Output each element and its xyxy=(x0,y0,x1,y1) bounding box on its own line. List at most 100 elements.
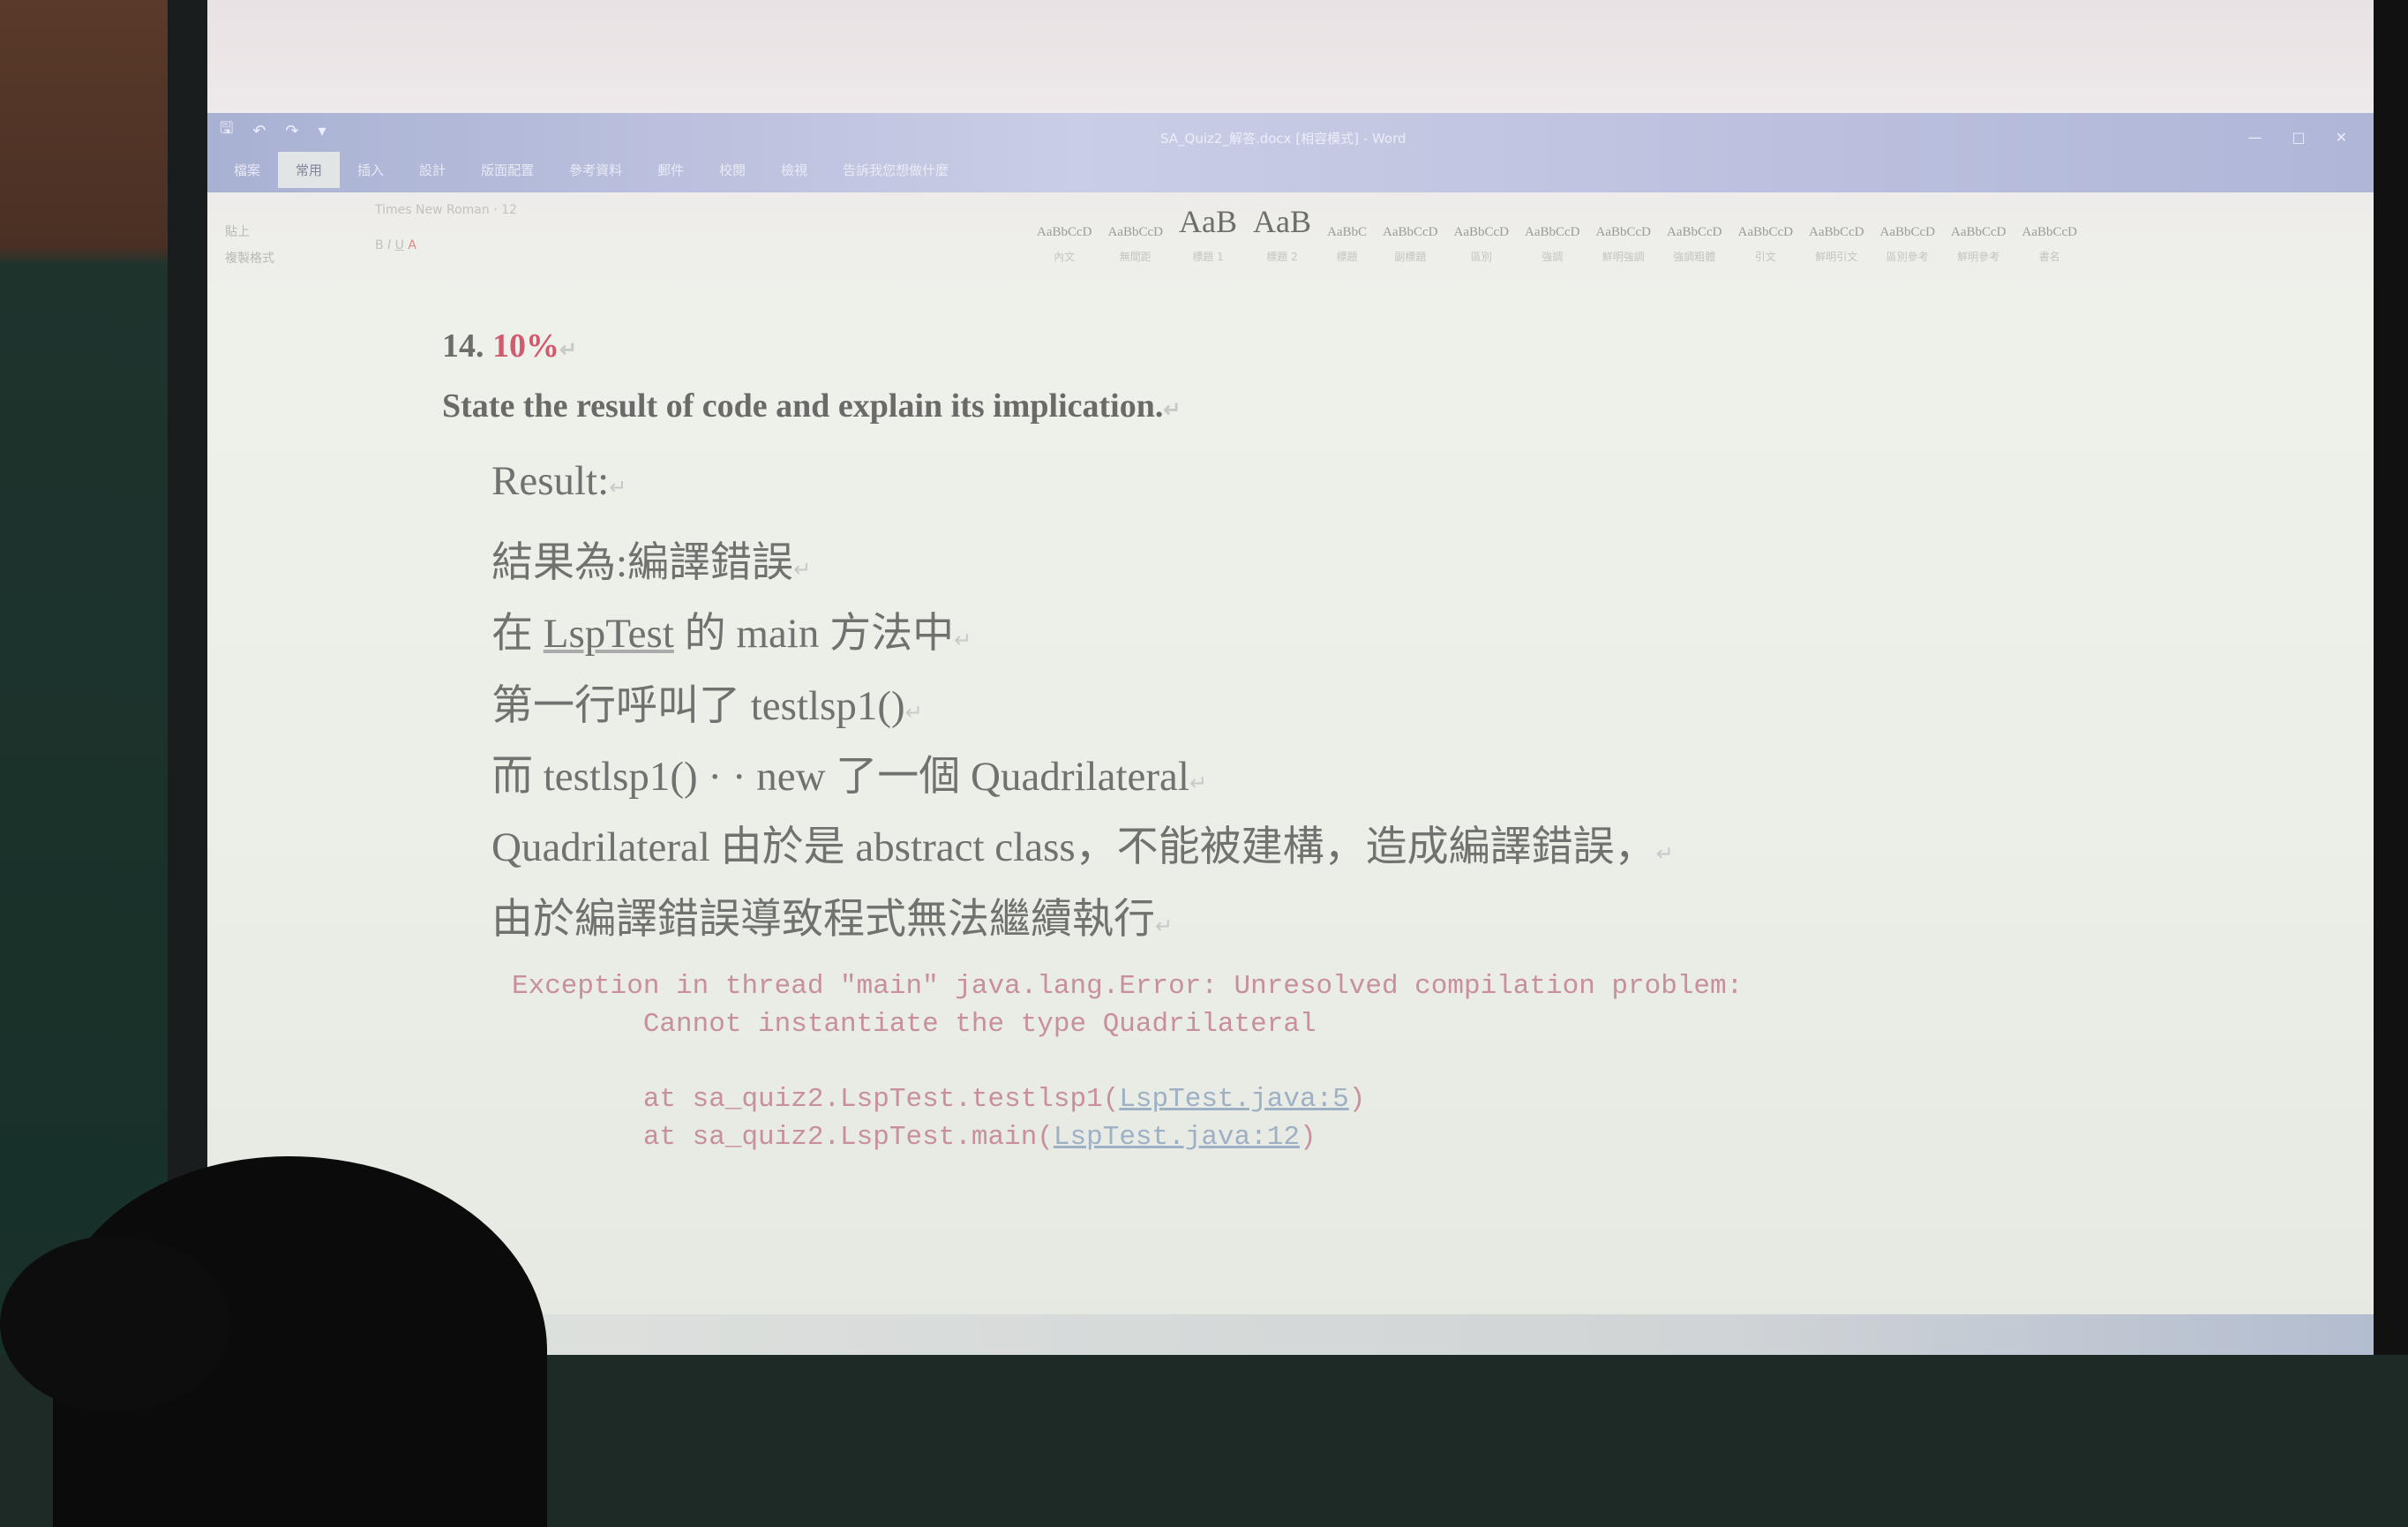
style-item[interactable]: AaBbC 標題 xyxy=(1327,225,1367,264)
result-label: Result:↵ xyxy=(491,458,627,504)
style-sample: AaBbC xyxy=(1327,225,1367,239)
style-name: 強調 xyxy=(1542,251,1564,263)
tab-home[interactable]: 常用 xyxy=(278,152,341,188)
style-sample: AaBbCcD xyxy=(1595,225,1652,239)
answer-line: 由於編譯錯誤導致程式無法繼續執行↵ xyxy=(491,897,1174,943)
stack-trace-line: at sa_quiz2.LspTest.main(LspTest.java:12… xyxy=(512,1122,1317,1153)
answer-line: 在 LspTest 的 main 方法中↵ xyxy=(491,611,972,657)
clipboard-group: 貼上 複製格式 xyxy=(225,219,274,272)
italic-button[interactable]: I xyxy=(387,238,391,252)
minimize-button[interactable]: — xyxy=(2247,129,2262,146)
room-wall xyxy=(0,0,172,1355)
tab-layout[interactable]: 版面配置 xyxy=(463,152,551,188)
style-sample: AaB xyxy=(1179,204,1237,239)
console-error-line: Exception in thread "main" java.lang.Err… xyxy=(512,971,1744,1002)
style-name: 標題 2 xyxy=(1266,251,1298,263)
style-name: 無間距 xyxy=(1119,251,1151,263)
source-link[interactable]: LspTest.java:5 xyxy=(1119,1084,1348,1115)
ribbon-tabs: 檔案 常用 插入 設計 版面配置 參考資料 郵件 校閱 檢視 告訴我您想做什麼 xyxy=(216,152,966,188)
question-weight: 10% xyxy=(492,327,559,365)
font-color-icon[interactable]: A xyxy=(408,238,416,252)
style-sample: AaBbCcD xyxy=(1667,225,1722,239)
style-item[interactable]: AaBbCcD 鮮明強調 xyxy=(1596,225,1652,264)
style-name: 標題 xyxy=(1336,251,1358,263)
style-name: 鮮明引文 xyxy=(1815,251,1858,263)
paste-button[interactable]: 貼上 xyxy=(225,219,274,245)
close-button[interactable]: ✕ xyxy=(2336,129,2347,146)
style-name: 區別參考 xyxy=(1886,251,1929,263)
stack-trace-line: at sa_quiz2.LspTest.testlsp1(LspTest.jav… xyxy=(512,1084,1366,1115)
font-name-select[interactable]: Times New Roman xyxy=(375,203,490,217)
underline-button[interactable]: U xyxy=(395,238,404,252)
answer-line: 結果為:編譯錯誤↵ xyxy=(491,540,812,586)
style-item[interactable]: AaBbCcD 區別參考 xyxy=(1880,225,1936,264)
undo-icon[interactable]: ↶ xyxy=(252,122,266,140)
style-sample: AaB xyxy=(1253,204,1311,239)
style-sample: AaBbCcD xyxy=(1951,225,2007,239)
tab-view[interactable]: 檢視 xyxy=(763,152,825,188)
tab-design[interactable]: 設計 xyxy=(401,152,463,188)
style-name: 標題 1 xyxy=(1192,251,1224,263)
customize-icon[interactable]: ▾ xyxy=(319,122,326,140)
format-painter-button[interactable]: 複製格式 xyxy=(225,245,274,272)
styles-gallery: AaBbCcD 內文 AaBbCcD 無間距 AaB 標題 1 AaB 標題 2 AaBbC 標題… xyxy=(1037,203,2077,264)
audience-head-silhouette xyxy=(0,1236,229,1412)
style-sample: AaBbCcD xyxy=(1809,225,1864,239)
style-name: 區別 xyxy=(1470,251,1492,263)
bold-button[interactable]: B xyxy=(375,238,384,252)
screen-bezel-left xyxy=(168,0,210,1355)
style-sample: AaBbCcD xyxy=(1879,225,1936,239)
tab-file[interactable]: 檔案 xyxy=(216,152,278,188)
style-item[interactable]: AaBbCcD 區別 xyxy=(1454,225,1510,264)
style-sample: AaBbCcD xyxy=(2022,225,2078,239)
style-item[interactable]: AaB 標題 2 xyxy=(1253,203,1311,264)
font-group: Times New Roman · 12 B I U A xyxy=(375,203,517,252)
style-item[interactable]: AaBbCcD 書名 xyxy=(2022,225,2078,264)
style-item[interactable]: AaBbCcD 副標題 xyxy=(1383,225,1438,264)
style-sample: AaBbCcD xyxy=(1525,225,1580,239)
style-name: 鮮明參考 xyxy=(1957,251,2000,263)
style-item[interactable]: AaBbCcD 鮮明參考 xyxy=(1951,225,2007,264)
style-sample: AaBbCcD xyxy=(1453,225,1510,239)
style-sample: AaBbCcD xyxy=(1383,225,1438,239)
window-controls: — □ ✕ xyxy=(2247,129,2347,146)
style-sample: AaBbCcD xyxy=(1737,225,1794,239)
redo-icon[interactable]: ↷ xyxy=(285,122,298,140)
style-name: 鮮明強調 xyxy=(1602,251,1645,263)
font-size-select[interactable]: 12 xyxy=(501,203,517,217)
style-name: 強調粗體 xyxy=(1673,251,1716,263)
tab-references[interactable]: 參考資料 xyxy=(551,152,640,188)
tab-mailings[interactable]: 郵件 xyxy=(640,152,701,188)
style-item[interactable]: AaBbCcD 無間距 xyxy=(1108,225,1164,264)
style-item[interactable]: AaB 標題 1 xyxy=(1179,203,1237,264)
style-name: 書名 xyxy=(2038,251,2060,263)
answer-line: Quadrilateral 由於是 abstract class，不能被建構，造… xyxy=(491,824,1674,870)
style-item[interactable]: AaBbCcD 引文 xyxy=(1738,225,1794,264)
question-number: 14. xyxy=(442,327,484,365)
document-page: 14. 10%↵ State the result of code and ex… xyxy=(207,300,2374,1355)
style-name: 引文 xyxy=(1754,251,1776,263)
source-link[interactable]: LspTest.java:12 xyxy=(1054,1122,1300,1153)
answer-line: 而 testlsp1() · · new 了一個 Quadrilateral↵ xyxy=(491,754,1208,800)
style-name: 副標題 xyxy=(1394,251,1427,263)
ribbon-home: 貼上 複製格式 Times New Roman · 12 B I U A AaB… xyxy=(207,192,2374,298)
question-instruction: State the result of code and explain its… xyxy=(442,387,1181,425)
style-item[interactable]: AaBbCcD 內文 xyxy=(1037,225,1092,264)
tab-review[interactable]: 校閱 xyxy=(701,152,763,188)
style-sample: AaBbCcD xyxy=(1037,225,1092,239)
style-sample: AaBbCcD xyxy=(1107,225,1164,239)
quick-access-toolbar: 🖫 ↶ ↷ ▾ xyxy=(220,113,326,148)
tell-me-search[interactable]: 告訴我您想做什麼 xyxy=(825,152,966,188)
maximize-button[interactable]: □ xyxy=(2292,129,2305,146)
title-bar: 🖫 ↶ ↷ ▾ SA_Quiz2_解答.docx [相容模式] - Word —… xyxy=(207,113,2374,192)
tab-insert[interactable]: 插入 xyxy=(340,152,401,188)
style-item[interactable]: AaBbCcD 強調 xyxy=(1525,225,1580,264)
save-icon[interactable]: 🖫 xyxy=(220,117,233,144)
window-title: SA_Quiz2_解答.docx [相容模式] - Word xyxy=(1160,131,1407,147)
screen-bezel-right xyxy=(2371,0,2408,1355)
projected-word-window: 🖫 ↶ ↷ ▾ SA_Quiz2_解答.docx [相容模式] - Word —… xyxy=(207,0,2374,1355)
console-error-detail: Cannot instantiate the type Quadrilatera… xyxy=(512,1009,1317,1040)
style-item[interactable]: AaBbCcD 強調粗體 xyxy=(1667,225,1722,264)
style-item[interactable]: AaBbCcD 鮮明引文 xyxy=(1809,225,1864,264)
style-name: 內文 xyxy=(1054,251,1076,263)
